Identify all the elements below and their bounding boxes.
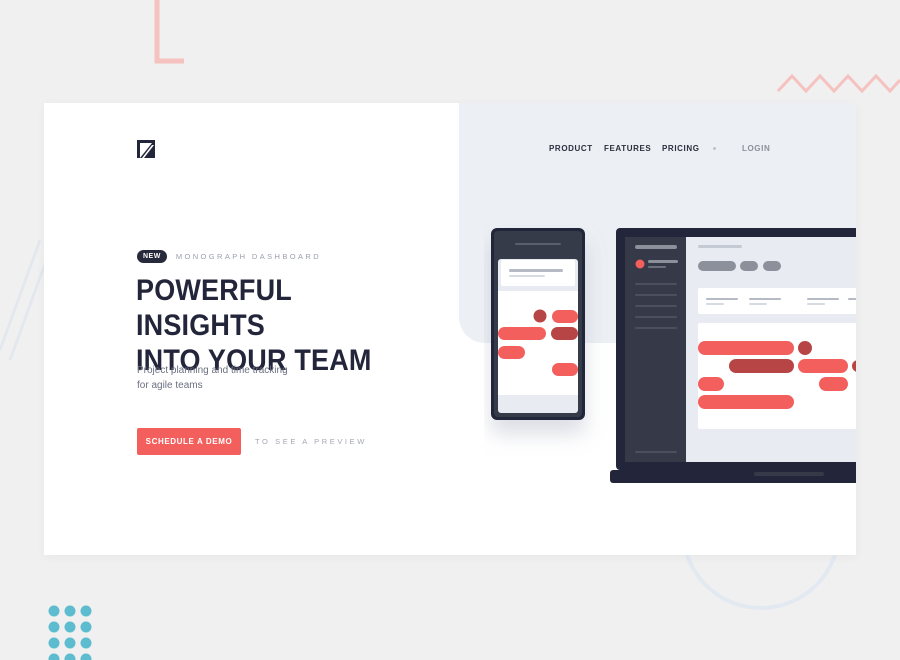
new-badge: NEW [137, 250, 167, 263]
nav-item-pricing[interactable]: PRICING [662, 144, 700, 153]
headline-line-1: POWERFUL INSIGHTS [136, 274, 292, 342]
nav-login-link[interactable]: LOGIN [742, 144, 770, 153]
subtext-line-2: for agile teams [137, 380, 203, 391]
decorative-zigzag [776, 73, 900, 94]
eyebrow-text: MONOGRAPH DASHBOARD [175, 252, 322, 261]
decorative-l-shape [154, 0, 184, 64]
decorative-dot-grid [48, 605, 92, 660]
phone-illustration [491, 228, 585, 420]
monograph-logo-icon[interactable] [137, 140, 155, 158]
eyebrow: NEW MONOGRAPH DASHBOARD [137, 250, 321, 263]
laptop-illustration [610, 228, 856, 483]
decorative-lines [0, 239, 50, 360]
nav-item-features[interactable]: FEATURES [604, 144, 651, 153]
subtext-line-1: Project planning and time tracking [137, 365, 288, 376]
device-illustration [491, 228, 856, 483]
preview-link[interactable]: TO SEE A PREVIEW [255, 437, 367, 446]
nav-item-product[interactable]: PRODUCT [549, 144, 593, 153]
landing-card: PRODUCT FEATURES PRICING LOGIN NEW MONOG… [44, 103, 856, 555]
hero-subtext: Project planning and time tracking for a… [137, 363, 327, 393]
schedule-demo-button[interactable]: SCHEDULE A DEMO [137, 428, 241, 455]
nav-separator-dot [713, 147, 716, 150]
